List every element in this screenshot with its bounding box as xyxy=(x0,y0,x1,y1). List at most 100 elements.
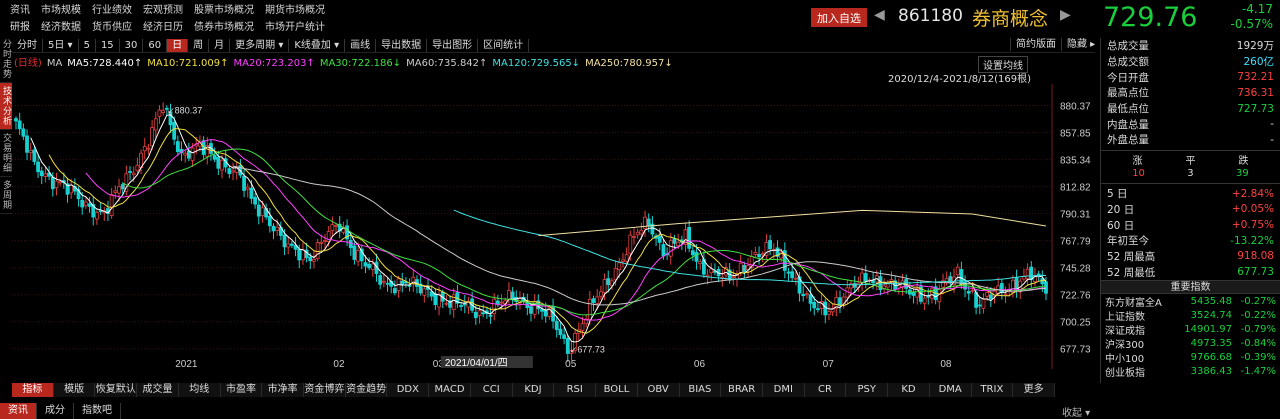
candle-body xyxy=(87,203,92,207)
indicator-tab[interactable]: 恢复默认 xyxy=(95,383,138,397)
nav-item[interactable]: 货币供应 xyxy=(92,18,132,33)
toolbar-item[interactable]: 5 xyxy=(79,38,96,52)
candle-body xyxy=(157,109,162,117)
indicator-tab[interactable]: DDX xyxy=(387,383,430,397)
nav-item[interactable]: 经济日历 xyxy=(143,18,183,33)
low-annotation: ↙677.73 xyxy=(570,345,605,355)
toolbar-item[interactable]: 简约版面 xyxy=(1010,38,1061,51)
candle-body xyxy=(816,308,820,311)
stat-value: 727.73 xyxy=(1237,102,1274,115)
stat-label: 最高点位 xyxy=(1107,87,1149,100)
bottom-tab[interactable]: 成分 xyxy=(37,402,74,419)
indicator-tab[interactable]: 指标 xyxy=(12,383,54,397)
toolbar-item[interactable]: 画线 xyxy=(345,38,377,52)
index-row[interactable]: 沪深300 4973.35 -0.84% xyxy=(1101,337,1280,351)
indicator-tab[interactable]: MACD xyxy=(429,383,471,397)
nav-item[interactable]: 期货市场概况 xyxy=(265,1,325,16)
indicator-tab[interactable]: 市盈率 xyxy=(221,383,263,397)
divider xyxy=(1101,149,1280,151)
indicator-tab[interactable]: KD xyxy=(888,383,930,397)
nav-item[interactable]: 市场开户统计 xyxy=(265,18,325,33)
bottom-tab[interactable]: 资讯 xyxy=(0,402,37,419)
candle-body xyxy=(142,146,147,152)
nav-item[interactable]: 经济数据 xyxy=(41,18,81,33)
indicator-tab[interactable]: 模版 xyxy=(54,383,96,397)
toolbar-item[interactable]: 隐藏 ▸ xyxy=(1061,38,1100,51)
toolbar-item[interactable]: 更多周期 ▾ xyxy=(230,38,290,52)
indicator-tab[interactable]: 资金博弈 xyxy=(304,383,346,397)
period-value: +2.84% xyxy=(1231,187,1274,200)
indicator-tab[interactable]: DMA xyxy=(930,383,972,397)
side-tab[interactable]: 分时走势 xyxy=(0,36,12,83)
indicator-tab[interactable]: KDJ xyxy=(513,383,555,397)
toolbar-item[interactable]: 月 xyxy=(209,38,231,52)
nav-item[interactable]: 债券市场概况 xyxy=(194,18,254,33)
toolbar-item[interactable]: 周 xyxy=(188,38,210,52)
nav-item[interactable]: 市场规模 xyxy=(41,1,81,16)
index-row[interactable]: 创业板指 3386.43 -1.47% xyxy=(1101,365,1280,379)
toolbar-item[interactable]: 分时 xyxy=(12,38,43,52)
toolbar-item[interactable]: K线叠加 ▾ xyxy=(289,38,346,52)
toolbar-item[interactable]: 5日 ▾ xyxy=(43,38,79,52)
toolbar-item[interactable]: 30 xyxy=(120,38,144,52)
next-stock-icon[interactable]: ▶ xyxy=(1060,7,1071,23)
side-tab[interactable]: 多周期 xyxy=(0,177,12,214)
indicator-tab[interactable]: BIAS xyxy=(680,383,722,397)
candle-body xyxy=(690,250,695,256)
toolbar-item[interactable]: 15 xyxy=(96,38,120,52)
index-row[interactable]: 上证指数 3524.74 -0.22% xyxy=(1101,308,1280,323)
indicator-tab[interactable]: 更多 xyxy=(1013,383,1055,397)
candle-body xyxy=(433,293,438,306)
indicator-tab[interactable]: OBV xyxy=(638,383,680,397)
indicator-tab[interactable]: CCI xyxy=(471,383,513,397)
nav-item[interactable]: 资讯 xyxy=(10,1,30,16)
candle-body xyxy=(823,301,828,316)
indicator-tab[interactable]: DMI xyxy=(763,383,805,397)
candle-body xyxy=(161,110,166,113)
indicator-tab[interactable]: TRIX xyxy=(972,383,1014,397)
indicator-tab[interactable]: BRAR xyxy=(721,383,763,397)
ma-legend: (日线) MA MA5:728.440↑ MA10:721.009↑ MA20:723.… xyxy=(14,54,678,69)
nav-item[interactable]: 研报 xyxy=(10,18,30,33)
indicator-tab[interactable]: 资金趋势 xyxy=(346,383,388,397)
index-row[interactable]: 深证成指 14901.97 -0.79% xyxy=(1101,322,1280,337)
bottom-tab[interactable]: 指数吧 xyxy=(74,402,121,419)
index-row[interactable]: 东方财富全A 5435.48 -0.27% xyxy=(1101,294,1280,309)
previous-stock-icon[interactable]: ◀ xyxy=(874,7,885,23)
candle-body xyxy=(827,311,831,315)
indicator-tab[interactable]: RSI xyxy=(554,383,597,397)
nav-item[interactable]: 行业绩效 xyxy=(92,1,132,16)
indicator-tab[interactable]: 成交量 xyxy=(137,383,179,397)
collapse-button[interactable]: 收起 ▾ xyxy=(1062,404,1090,419)
stat-value: 1929万 xyxy=(1236,40,1274,53)
index-value: 5435.48 xyxy=(1190,295,1232,307)
candle-body xyxy=(558,328,563,336)
toolbar-item[interactable]: 60 xyxy=(143,38,168,52)
side-tab[interactable]: 技术分析 xyxy=(0,83,12,130)
kline-chart[interactable]: 880.37 857.85 835.34 812.82 790.31 767.79 745.… xyxy=(12,84,1095,369)
add-to-watchlist-button[interactable]: 加入自选 xyxy=(811,8,867,27)
indicator-tab[interactable]: CR xyxy=(805,383,847,397)
candle-body xyxy=(334,225,338,227)
nav-item[interactable]: 宏观预测 xyxy=(143,1,183,16)
candle-body xyxy=(80,199,85,208)
nav-item[interactable]: 股票市场概况 xyxy=(194,1,254,16)
period-row: 52 周最低 677.73 xyxy=(1101,264,1280,280)
indicator-tab[interactable]: BOLL xyxy=(596,383,638,397)
indicator-tab[interactable]: 市净率 xyxy=(262,383,305,397)
candle-body xyxy=(253,196,258,205)
indicator-tab[interactable]: 均线 xyxy=(179,383,221,397)
indicator-tab[interactable]: PSY xyxy=(846,383,889,397)
toolbar-item[interactable]: 区间统计 xyxy=(478,38,530,52)
candle-body xyxy=(598,291,603,297)
ma20-line xyxy=(85,139,1047,321)
period-row: 20 日 +0.05% xyxy=(1101,202,1280,218)
toolbar-item[interactable]: 日 xyxy=(167,38,189,52)
side-tab[interactable]: 交易明细 xyxy=(0,130,12,177)
index-row[interactable]: 中小100 9766.68 -0.39% xyxy=(1101,351,1280,365)
ma-legend-item: MA10:721.009↑ xyxy=(147,58,229,69)
candle-body xyxy=(657,235,662,243)
candle-body xyxy=(970,289,975,292)
toolbar-item[interactable]: 导出图形 xyxy=(427,38,479,52)
toolbar-item[interactable]: 导出数据 xyxy=(376,38,428,52)
